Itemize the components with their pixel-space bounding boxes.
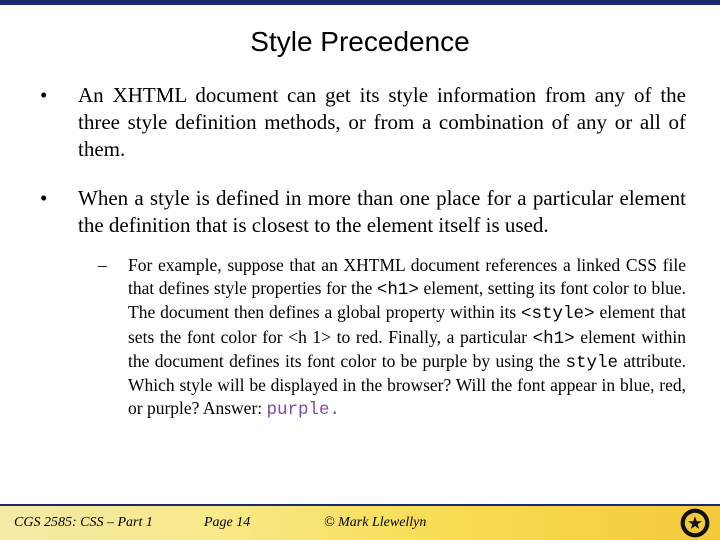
sub1-code1: <h1> (377, 280, 419, 300)
slide: Style Precedence An XHTML document can g… (0, 0, 720, 540)
answer-purple: purple. (267, 400, 341, 420)
bullet-1: An XHTML document can get its style info… (40, 82, 686, 163)
ucf-logo-icon (680, 508, 710, 538)
sub1-code2: <style> (521, 304, 595, 324)
footer-course: CGS 2585: CSS – Part 1 (14, 515, 204, 531)
footer-copyright: © Mark Llewellyn (324, 515, 680, 531)
sub-bullet-list: For example, suppose that an XHTML docum… (78, 254, 686, 421)
sub1-code4: style (565, 353, 618, 373)
bullet-1-text: An XHTML document can get its style info… (78, 83, 686, 161)
bullet-2-text: When a style is defined in more than one… (78, 186, 686, 237)
sub1-code3: <h1> (533, 329, 575, 349)
footer-bar: CGS 2585: CSS – Part 1 Page 14 © Mark Ll… (0, 504, 720, 540)
bullet-list: An XHTML document can get its style info… (0, 82, 720, 421)
footer-page: Page 14 (204, 515, 324, 531)
slide-title: Style Precedence (0, 26, 720, 58)
sub-bullet-1: For example, suppose that an XHTML docum… (98, 254, 686, 421)
bullet-2: When a style is defined in more than one… (40, 185, 686, 421)
